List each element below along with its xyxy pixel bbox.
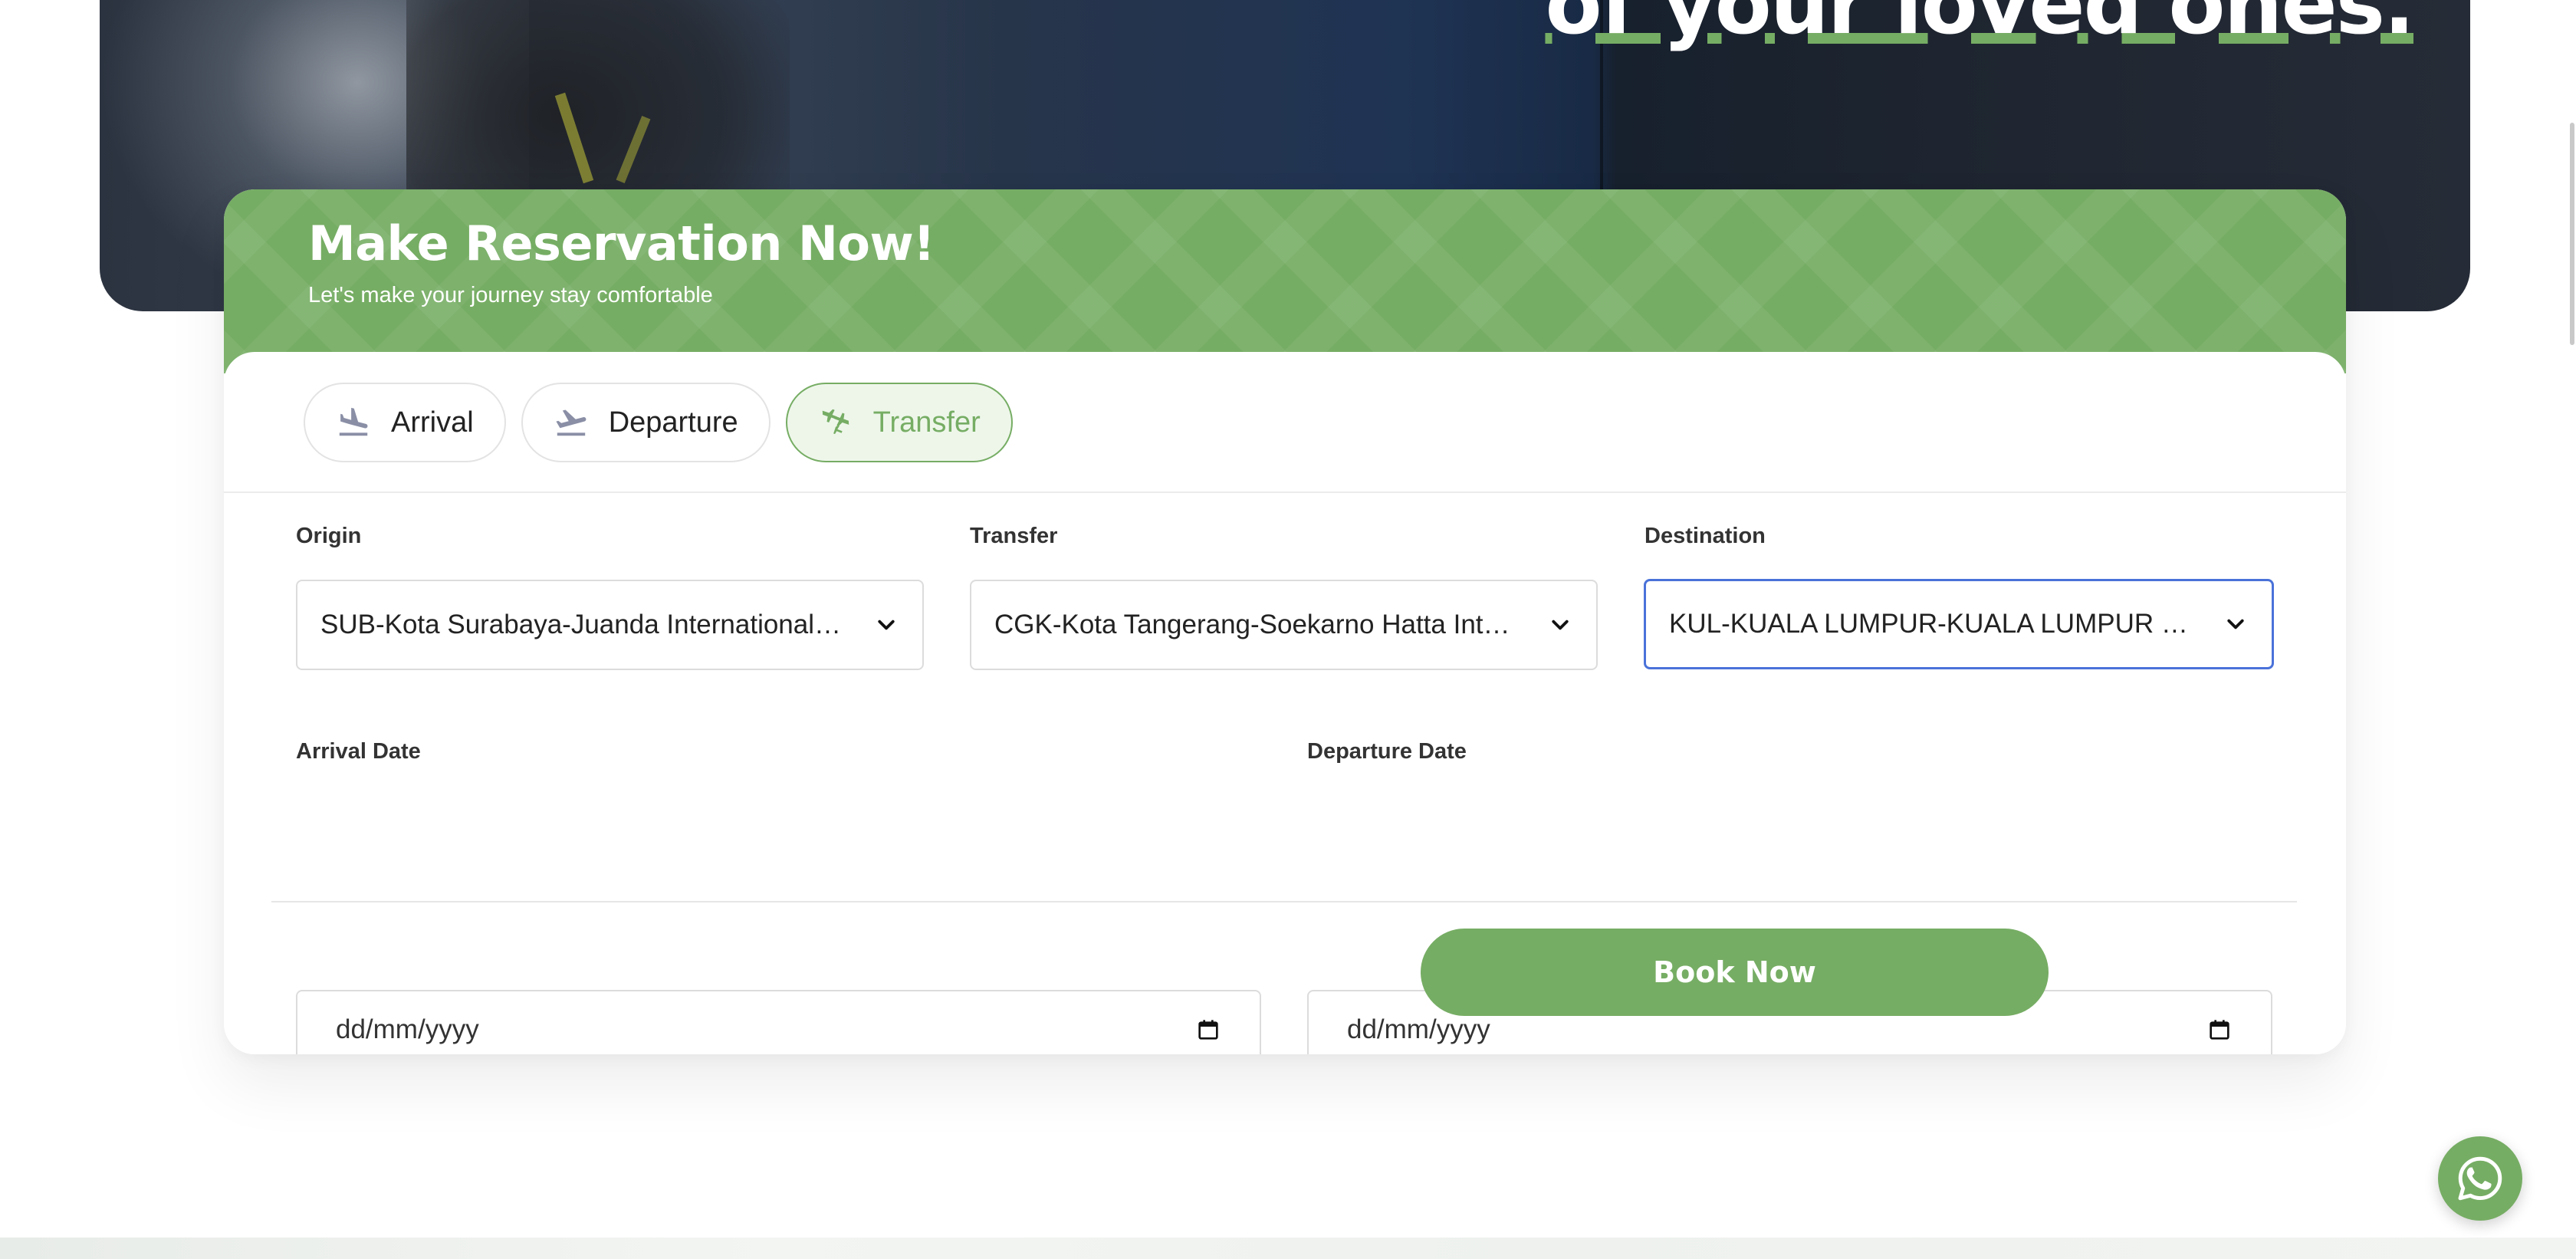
arrival-date-input[interactable]: dd/mm/yyyy [296, 990, 1261, 1054]
transfer-select[interactable]: CGK-Kota Tangerang-Soekarno Hatta Intern… [970, 580, 1598, 670]
destination-label: Destination [1644, 524, 1766, 548]
chevron-down-icon [873, 612, 899, 638]
tab-arrival-label: Arrival [391, 406, 474, 439]
tab-transfer[interactable]: Transfer [785, 383, 1013, 462]
origin-select[interactable]: SUB-Kota Surabaya-Juanda International A… [296, 580, 924, 670]
whatsapp-icon [2458, 1156, 2502, 1201]
next-section-preview [0, 1238, 2576, 1259]
page-scrollbar[interactable] [2570, 123, 2574, 345]
plane-landing-icon [336, 405, 371, 440]
reservation-header: Make Reservation Now! Let's make your jo… [224, 189, 2346, 373]
destination-select-value: KUL-KUALA LUMPUR-KUALA LUMPUR INTERNATIO… [1669, 609, 2223, 639]
row-divider [271, 901, 2297, 902]
origin-label: Origin [296, 524, 362, 548]
tabs-divider [224, 491, 2346, 493]
destination-select[interactable]: KUL-KUALA LUMPUR-KUALA LUMPUR INTERNATIO… [1644, 579, 2274, 669]
arrival-date-placeholder: dd/mm/yyyy [336, 1014, 479, 1044]
transfer-label: Transfer [970, 524, 1058, 548]
plane-transfer-icon [818, 405, 853, 440]
tab-departure[interactable]: Departure [521, 383, 770, 462]
book-now-button[interactable]: Book Now [1421, 929, 2049, 1016]
tab-transfer-label: Transfer [872, 406, 981, 439]
tab-arrival[interactable]: Arrival [304, 383, 506, 462]
reservation-subtitle: Let's make your journey stay comfortable [308, 283, 713, 307]
arrival-date-label: Arrival Date [296, 739, 421, 764]
calendar-icon[interactable] [2206, 1017, 2233, 1043]
chevron-down-icon [1547, 612, 1573, 638]
tab-departure-label: Departure [608, 406, 738, 439]
whatsapp-button[interactable] [2438, 1136, 2522, 1221]
departure-date-placeholder: dd/mm/yyyy [1347, 1014, 1490, 1044]
reservation-title: Make Reservation Now! [308, 215, 935, 271]
hero-headline: of your loved ones. [1545, 0, 2415, 53]
reservation-card: Make Reservation Now! Let's make your jo… [224, 189, 2346, 1054]
chevron-down-icon [2223, 611, 2249, 637]
plane-takeoff-icon [554, 405, 589, 440]
trip-type-tabs: Arrival Departure Transfer [304, 383, 1013, 462]
transfer-select-value: CGK-Kota Tangerang-Soekarno Hatta Intern… [994, 610, 1547, 639]
origin-select-value: SUB-Kota Surabaya-Juanda International A… [320, 610, 873, 639]
calendar-icon[interactable] [1195, 1017, 1221, 1043]
departure-date-label: Departure Date [1307, 739, 1467, 764]
